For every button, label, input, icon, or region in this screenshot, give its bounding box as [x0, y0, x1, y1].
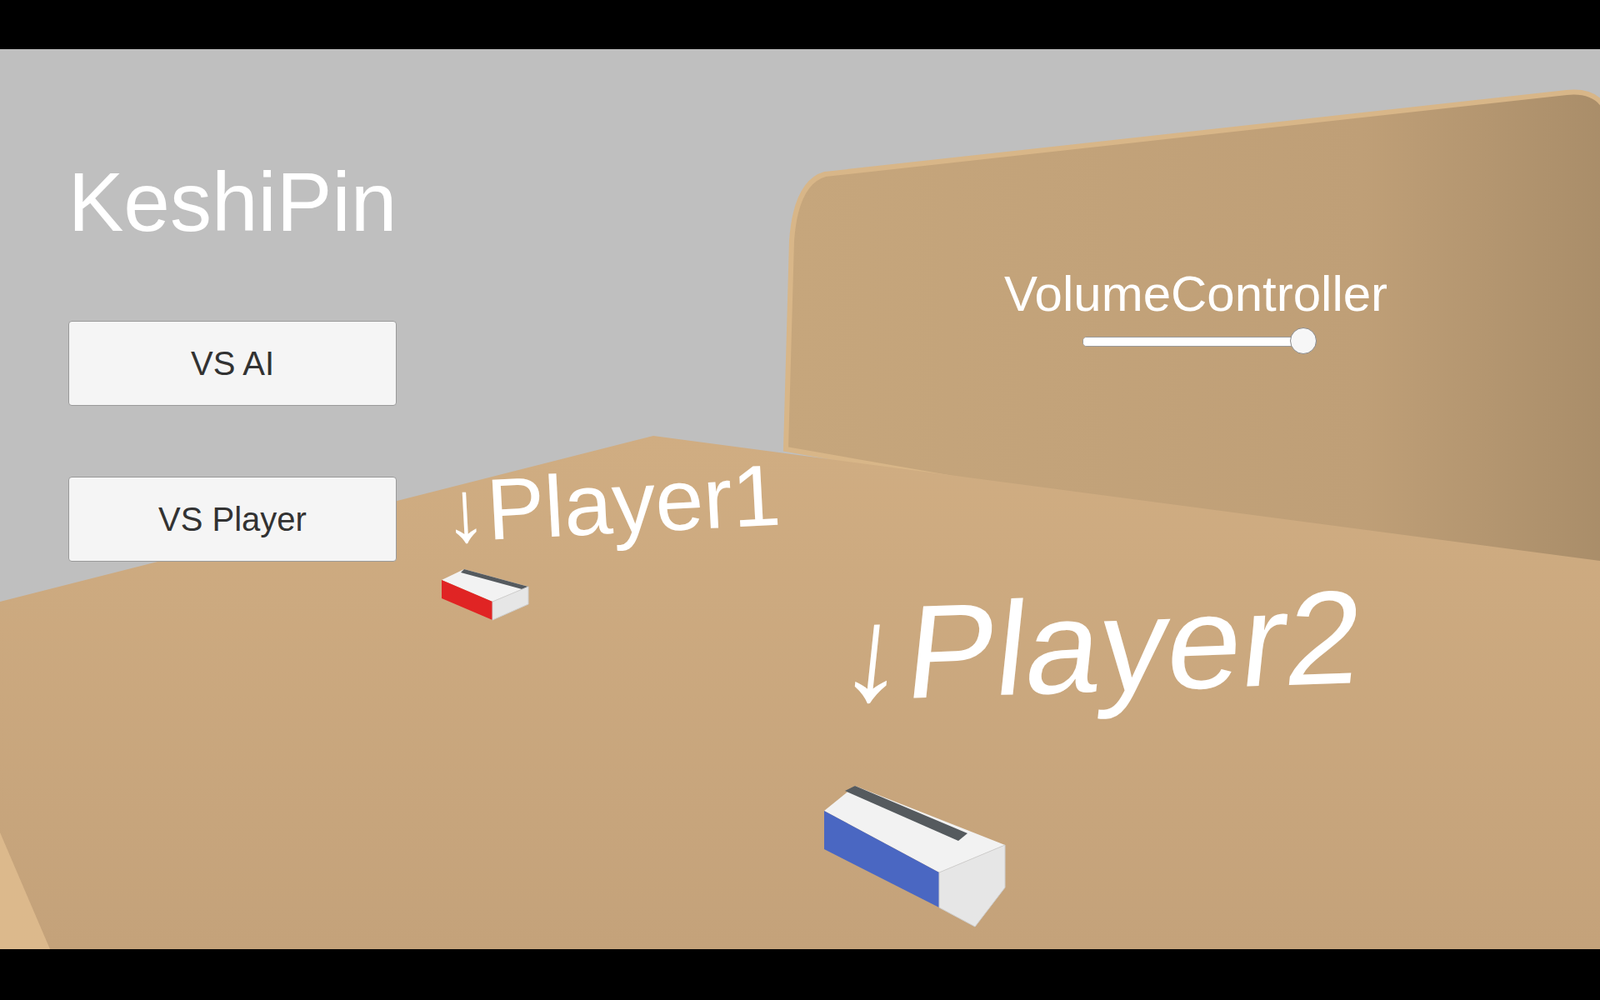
player-label: ↓Player2 — [832, 560, 1370, 732]
volume-control: VolumeController — [975, 264, 1417, 355]
desk-surface — [0, 435, 1600, 950]
menu-buttons: VS AI VS Player — [68, 320, 397, 562]
eraser[interactable] — [441, 569, 529, 620]
slider-thumb[interactable] — [1290, 327, 1317, 355]
slider-track — [1082, 336, 1317, 347]
eraser[interactable] — [824, 785, 1005, 927]
slider-fill — [1083, 337, 1302, 346]
main-menu: KeshiPin VS AI VS Player — [68, 155, 397, 562]
volume-label: VolumeController — [1004, 264, 1388, 325]
bottom-letterbox — [0, 949, 1600, 1000]
title-scene: KeshiPin VS AI VS Player VolumeController ↓P… — [0, 49, 1600, 950]
game-title: KeshiPin — [68, 155, 398, 248]
mode-button[interactable]: VS Player — [68, 476, 397, 562]
game-screen: KeshiPin VS AI VS Player VolumeController ↓P… — [0, 0, 1600, 1000]
mode-button[interactable]: VS AI — [68, 320, 397, 406]
player-label: ↓Player1 — [440, 445, 783, 563]
top-letterbox — [0, 0, 1600, 50]
desk-edge — [0, 832, 50, 950]
volume-slider[interactable] — [1082, 327, 1317, 355]
